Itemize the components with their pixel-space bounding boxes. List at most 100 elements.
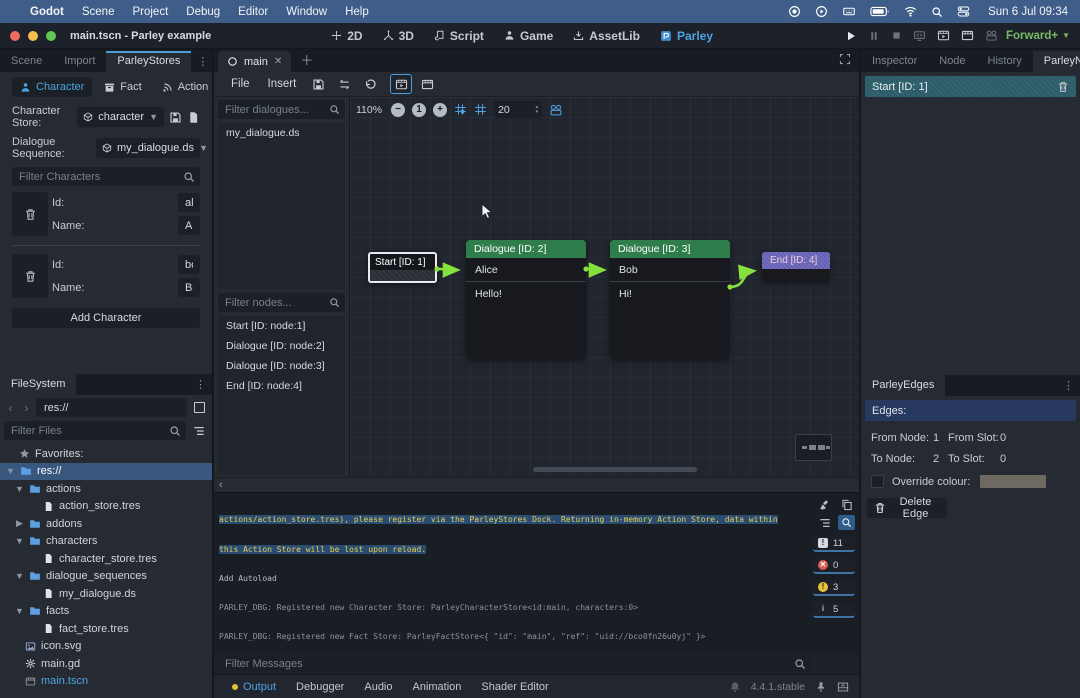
- menu-scene[interactable]: Scene: [82, 6, 115, 18]
- tab-character-store[interactable]: Character: [12, 77, 92, 97]
- copy-output-button[interactable]: [838, 497, 855, 512]
- menu-editor[interactable]: Editor: [238, 6, 268, 18]
- tab-main-dialogue[interactable]: main ✕: [218, 51, 291, 72]
- minimap-toggle-icon[interactable]: [549, 103, 563, 117]
- node-list-item[interactable]: End [ID: node:4]: [218, 376, 345, 396]
- tab-parleystores-dock[interactable]: ParleyStores: [106, 51, 191, 72]
- tab-fact-store[interactable]: Fact: [96, 77, 149, 97]
- control-center-icon[interactable]: [957, 5, 970, 18]
- tree-row-res[interactable]: ▼ res://: [0, 463, 212, 481]
- tree-row-actions[interactable]: ▼ actions: [0, 480, 212, 498]
- renderer-select[interactable]: Forward+ ▼: [1006, 30, 1070, 42]
- zoom-window-button[interactable]: [46, 31, 56, 41]
- colour-swatch[interactable]: [980, 475, 1046, 488]
- tree-row-action-store[interactable]: action_store.tres: [0, 498, 212, 516]
- tab-action-store[interactable]: Action: [154, 77, 217, 97]
- dialogue-graph-canvas[interactable]: 110% − 1 + 20 ▴▾: [349, 97, 859, 477]
- scrollbar-thumb[interactable]: [533, 467, 697, 472]
- filter-messages-input[interactable]: [218, 654, 811, 673]
- filter-debug-toggle[interactable]: i 5: [813, 602, 855, 618]
- tree-row-main-tscn[interactable]: main.tscn: [0, 673, 212, 691]
- clear-output-button[interactable]: [816, 497, 833, 512]
- keyboard-icon[interactable]: [842, 5, 856, 18]
- edges-section-header[interactable]: Edges:: [865, 400, 1076, 421]
- battery-icon[interactable]: [870, 6, 890, 17]
- dialogue-sequence-select[interactable]: my_dialogue.ds ▼: [96, 138, 200, 158]
- tab-inspector[interactable]: Inspector: [861, 51, 928, 72]
- tab-parleynode[interactable]: ParleyNode: [1033, 51, 1080, 72]
- new-tab-button[interactable]: ＋: [291, 50, 322, 72]
- play-project-button[interactable]: [845, 30, 857, 42]
- nav-forward-icon[interactable]: ›: [20, 401, 33, 415]
- override-colour-checkbox[interactable]: [871, 475, 884, 488]
- collapse-sidebar-icon[interactable]: ‹: [219, 479, 223, 491]
- tab-animation[interactable]: Animation: [405, 679, 470, 695]
- expander-icon[interactable]: ▼: [15, 571, 24, 581]
- filter-nodes-input[interactable]: [218, 293, 345, 312]
- delete-character-button[interactable]: [12, 254, 48, 298]
- edges-menu-icon[interactable]: ⋮: [1057, 379, 1080, 396]
- refresh-dialogue-button[interactable]: [333, 74, 355, 94]
- tab-3d[interactable]: 3D: [383, 29, 414, 43]
- tree-row-favorites[interactable]: Favorites:: [0, 445, 212, 463]
- minimize-window-button[interactable]: [28, 31, 38, 41]
- delete-edge-button[interactable]: Delete Edge: [867, 498, 947, 518]
- filter-all-messages-toggle[interactable]: ! 11: [813, 536, 855, 552]
- character-id-field[interactable]: [178, 255, 200, 274]
- nav-back-icon[interactable]: ‹: [4, 401, 17, 415]
- new-store-button[interactable]: [187, 111, 200, 124]
- character-name-field[interactable]: [178, 278, 200, 297]
- wifi-icon[interactable]: [904, 5, 917, 18]
- tab-game[interactable]: Game: [504, 29, 553, 43]
- snap-distance-spinbox[interactable]: 20 ▴▾: [494, 101, 542, 118]
- tab-parley[interactable]: Parley: [660, 29, 713, 43]
- menu-help[interactable]: Help: [345, 6, 369, 18]
- tree-row-fact-store[interactable]: fact_store.tres: [0, 620, 212, 638]
- menu-godot[interactable]: Godot: [30, 6, 64, 18]
- node-list-item[interactable]: Start [ID: node:1]: [218, 316, 345, 336]
- filter-files-input[interactable]: [4, 421, 186, 440]
- save-store-button[interactable]: [169, 111, 182, 124]
- tree-row-main-gd[interactable]: main.gd: [0, 655, 212, 673]
- expander-icon[interactable]: ▼: [15, 536, 24, 546]
- filter-characters-input[interactable]: [12, 167, 200, 186]
- expander-icon[interactable]: ▼: [6, 466, 15, 476]
- graph-minimap[interactable]: [795, 434, 832, 461]
- zoom-in-button[interactable]: +: [433, 103, 447, 117]
- tab-2d[interactable]: 2D: [331, 29, 362, 43]
- test-dialogue-from-node-button[interactable]: [416, 74, 438, 94]
- zoom-out-button[interactable]: −: [391, 103, 405, 117]
- distraction-free-icon[interactable]: [831, 50, 859, 72]
- filter-dialogues-input[interactable]: [218, 100, 345, 119]
- expander-icon[interactable]: ▼: [15, 484, 24, 494]
- movie-maker-icon[interactable]: [985, 29, 998, 42]
- screen-record-icon[interactable]: [788, 5, 801, 18]
- delete-character-button[interactable]: [12, 192, 48, 236]
- close-window-button[interactable]: [10, 31, 20, 41]
- zoom-reset-button[interactable]: 1: [412, 103, 426, 117]
- tab-node[interactable]: Node: [928, 51, 976, 72]
- graph-hscrollbar[interactable]: [350, 466, 859, 473]
- tree-row-facts[interactable]: ▼ facts: [0, 603, 212, 621]
- expander-icon[interactable]: ▼: [15, 606, 24, 616]
- filter-warnings-toggle[interactable]: ! 3: [813, 580, 855, 596]
- menu-window[interactable]: Window: [286, 6, 327, 18]
- node-list-item[interactable]: Dialogue [ID: node:2]: [218, 336, 345, 356]
- test-dialogue-button[interactable]: [390, 74, 412, 94]
- node-list-item[interactable]: Dialogue [ID: node:3]: [218, 356, 345, 376]
- search-output-button[interactable]: [838, 515, 855, 530]
- tab-output[interactable]: Output: [224, 679, 284, 695]
- collapse-messages-button[interactable]: [816, 515, 833, 530]
- tree-row-my-dialogue[interactable]: my_dialogue.ds: [0, 585, 212, 603]
- pause-button[interactable]: [868, 30, 880, 42]
- delete-node-button[interactable]: [1057, 81, 1069, 93]
- spotlight-search-icon[interactable]: [931, 6, 943, 18]
- pin-panel-icon[interactable]: [815, 681, 827, 693]
- tab-import-dock[interactable]: Import: [53, 51, 106, 72]
- character-store-select[interactable]: character ▼: [77, 107, 164, 127]
- expander-icon[interactable]: ▶: [15, 518, 24, 529]
- toggle-split-mode-button[interactable]: [190, 399, 208, 417]
- tree-row-character-store[interactable]: character_store.tres: [0, 550, 212, 568]
- dialogue-list-item[interactable]: my_dialogue.ds: [218, 123, 345, 143]
- play-custom-scene-button[interactable]: [961, 29, 974, 42]
